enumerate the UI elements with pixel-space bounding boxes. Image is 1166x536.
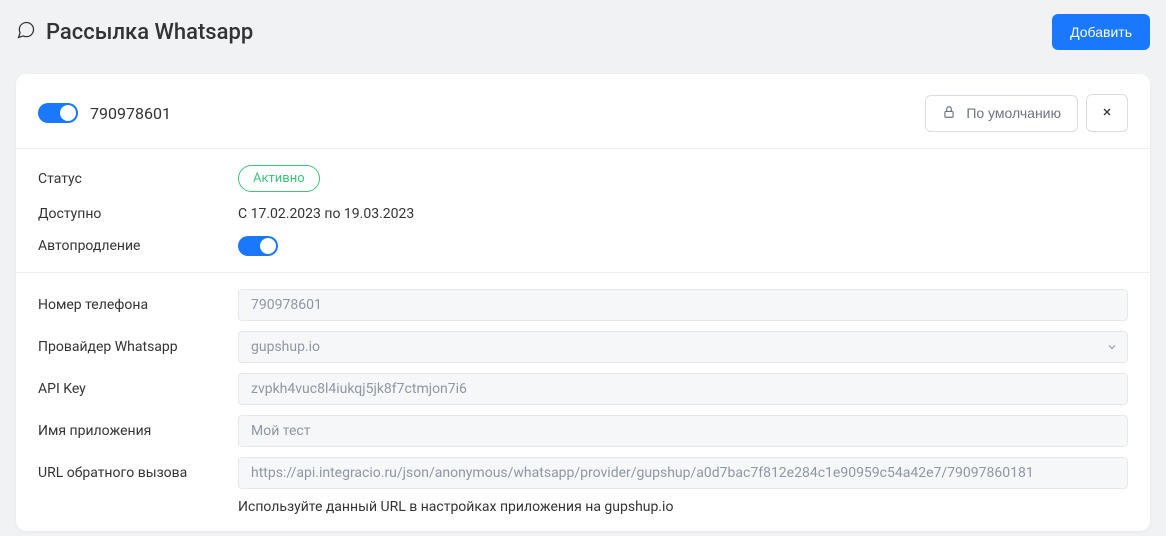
availability-value: С 17.02.2023 по 19.03.2023 xyxy=(238,206,414,222)
status-section: Статус Активно Доступно С 17.02.2023 по … xyxy=(16,148,1150,272)
lock-icon xyxy=(942,105,956,122)
autorenew-label: Автопродление xyxy=(38,238,238,254)
api-key-input[interactable]: zvpkh4vuc8l4iukqj5jk8f7ctmjon7i6 xyxy=(238,373,1128,405)
phone-row: Номер телефона 790978601 xyxy=(38,289,1128,321)
autorenew-value xyxy=(238,236,278,256)
card-title: 790978601 xyxy=(90,104,171,123)
callback-url-row: URL обратного вызова https://api.integra… xyxy=(38,457,1128,489)
card-header-right: По умолчанию xyxy=(925,94,1128,132)
close-icon xyxy=(1101,106,1113,121)
status-badge: Активно xyxy=(238,165,320,192)
provider-row: Провайдер Whatsapp gupshup.io xyxy=(38,331,1128,363)
api-key-label: API Key xyxy=(38,381,238,397)
availability-row: Доступно С 17.02.2023 по 19.03.2023 xyxy=(38,206,1128,222)
phone-input[interactable]: 790978601 xyxy=(238,289,1128,321)
page-title: Рассылка Whatsapp xyxy=(46,20,253,45)
close-button[interactable] xyxy=(1086,94,1128,132)
enable-toggle[interactable] xyxy=(38,103,78,123)
app-name-input[interactable]: Мой тест xyxy=(238,415,1128,447)
autorenew-toggle[interactable] xyxy=(238,236,278,256)
add-button[interactable]: Добавить xyxy=(1052,14,1150,50)
form-section: Номер телефона 790978601 Провайдер Whats… xyxy=(16,272,1150,531)
status-label: Статус xyxy=(38,171,238,187)
card-header: 790978601 По умолчанию xyxy=(16,74,1150,148)
api-key-row: API Key zvpkh4vuc8l4iukqj5jk8f7ctmjon7i6 xyxy=(38,373,1128,405)
provider-select[interactable]: gupshup.io xyxy=(238,331,1128,363)
provider-label: Провайдер Whatsapp xyxy=(38,339,238,355)
default-button-label: По умолчанию xyxy=(966,105,1061,121)
provider-select-wrap: gupshup.io xyxy=(238,331,1128,363)
autorenew-row: Автопродление xyxy=(38,236,1128,256)
default-button[interactable]: По умолчанию xyxy=(925,95,1078,132)
whatsapp-icon xyxy=(16,20,36,44)
app-name-label: Имя приложения xyxy=(38,423,238,439)
page-title-wrap: Рассылка Whatsapp xyxy=(16,20,253,45)
app-name-row: Имя приложения Мой тест xyxy=(38,415,1128,447)
availability-label: Доступно xyxy=(38,206,238,222)
card-header-left: 790978601 xyxy=(38,103,171,123)
callback-url-help: Используйте данный URL в настройках прил… xyxy=(238,499,1128,515)
callback-url-input[interactable]: https://api.integracio.ru/json/anonymous… xyxy=(238,457,1128,489)
callback-url-label: URL обратного вызова xyxy=(38,465,238,481)
status-row: Статус Активно xyxy=(38,165,1128,192)
page-header: Рассылка Whatsapp Добавить xyxy=(0,0,1166,58)
status-value: Активно xyxy=(238,165,320,192)
provider-card: 790978601 По умолчанию xyxy=(16,74,1150,531)
phone-label: Номер телефона xyxy=(38,297,238,313)
